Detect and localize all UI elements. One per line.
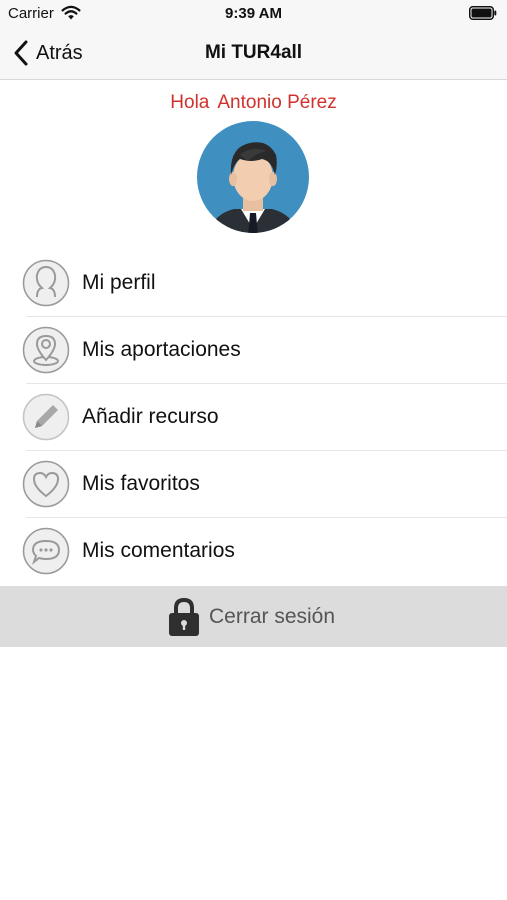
map-pin-icon	[22, 326, 70, 374]
pencil-icon	[22, 393, 70, 441]
chat-bubble-icon	[22, 527, 70, 575]
menu-item-label: Mi perfil	[82, 271, 156, 294]
menu-item-label: Añadir recurso	[82, 405, 219, 428]
menu-item-mis-comentarios[interactable]: Mis comentarios	[0, 518, 507, 585]
status-bar: Carrier 9:39 AM	[0, 0, 507, 28]
logout-label: Cerrar sesión	[209, 605, 336, 628]
menu-item-label: Mis aportaciones	[82, 338, 241, 361]
lock-icon	[169, 597, 199, 636]
profile-menu: Mi perfil Mis aportaciones Añadir recurs…	[0, 250, 507, 585]
navigation-bar: Atrás Mi TUR4all	[0, 28, 507, 80]
battery-icon	[469, 6, 497, 20]
menu-item-mis-favoritos[interactable]: Mis favoritos	[0, 451, 507, 518]
user-name: Antonio Pérez	[217, 92, 337, 113]
greeting-hello: Hola	[170, 92, 210, 113]
menu-item-label: Mis comentarios	[82, 539, 235, 562]
avatar	[197, 121, 309, 233]
logout-button[interactable]: Cerrar sesión	[0, 586, 507, 647]
user-icon	[22, 259, 70, 307]
greeting: Hola Antonio Pérez	[0, 92, 507, 114]
menu-item-mis-aportaciones[interactable]: Mis aportaciones	[0, 317, 507, 384]
clock: 9:39 AM	[225, 5, 282, 22]
menu-item-mi-perfil[interactable]: Mi perfil	[0, 250, 507, 317]
menu-item-anadir-recurso[interactable]: Añadir recurso	[0, 384, 507, 451]
menu-item-label: Mis favoritos	[82, 472, 200, 495]
heart-icon	[22, 460, 70, 508]
page-title: Mi TUR4all	[204, 42, 303, 63]
